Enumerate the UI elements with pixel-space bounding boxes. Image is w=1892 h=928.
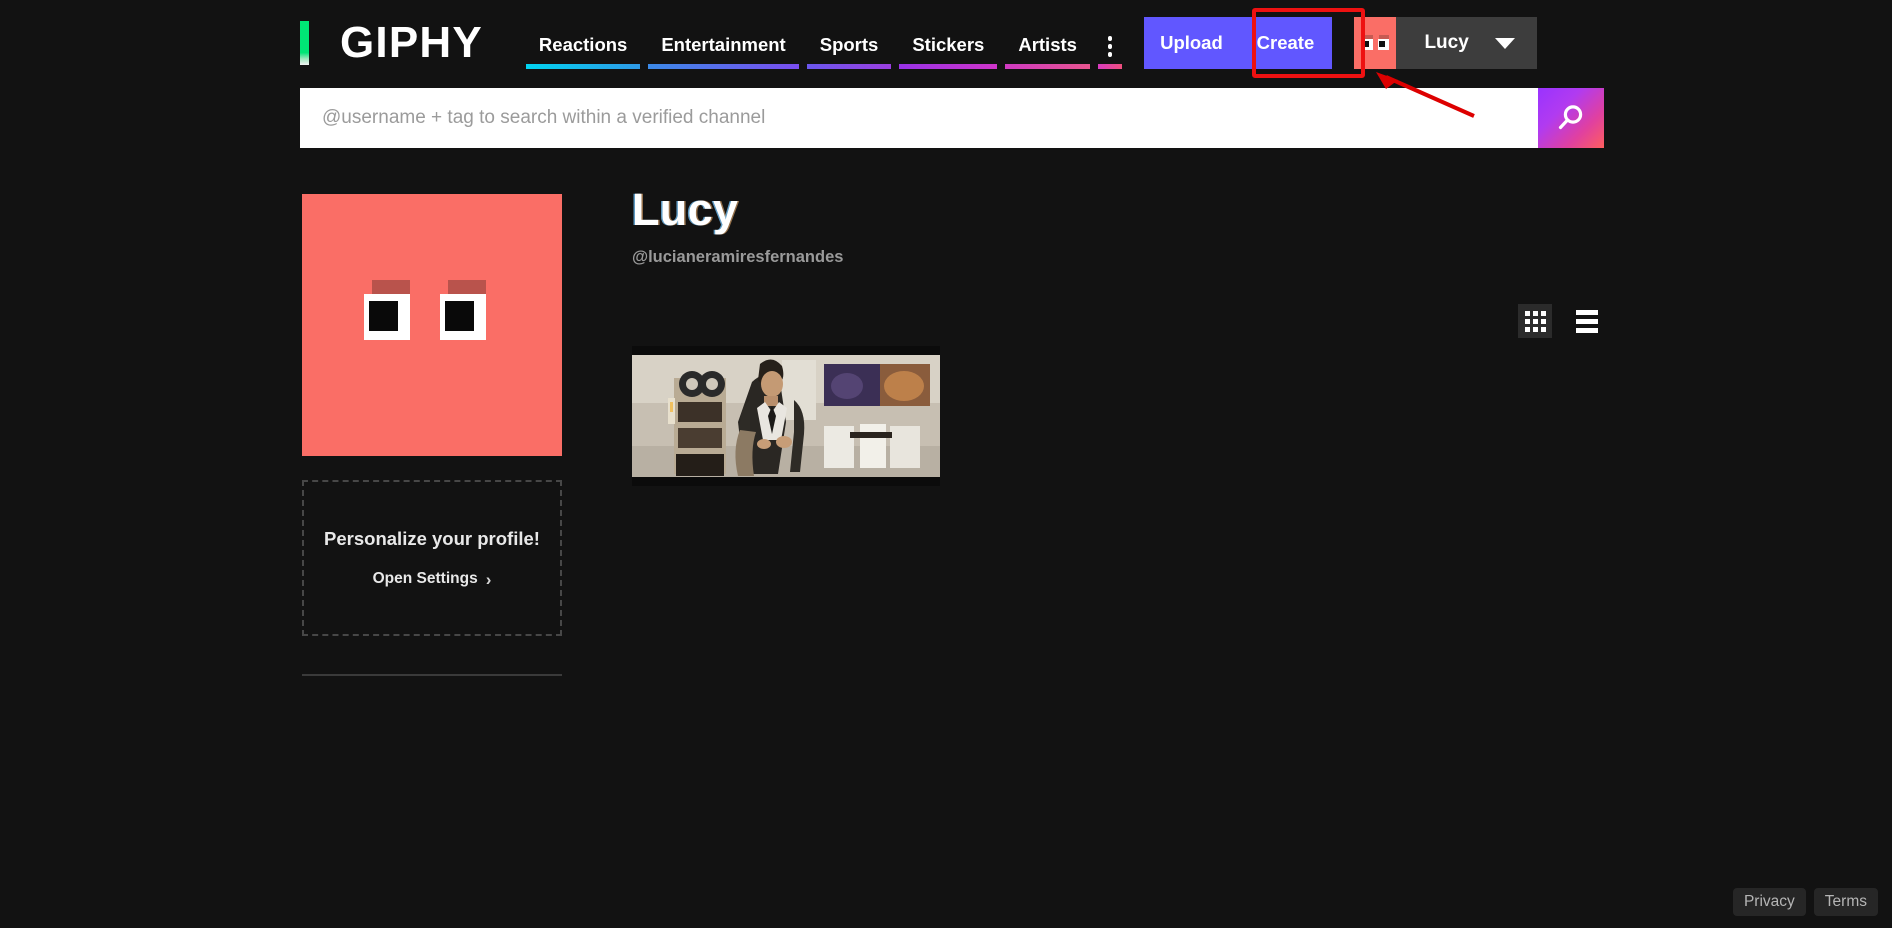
avatar-eye-right [1378,39,1390,50]
open-settings-link[interactable]: Open Settings › [373,570,492,588]
nav-label: Sports [819,34,879,55]
nav-label: Artists [1018,34,1077,55]
avatar [1354,17,1397,69]
personalize-title: Personalize your profile! [324,528,540,549]
nav-underline [648,64,799,69]
vertical-ellipsis-icon [1107,17,1113,57]
gif-thumbnail [632,346,940,486]
nav-underline [525,64,641,69]
nav-item-reactions[interactable]: Reactions [522,17,644,69]
chevron-right-icon: › [485,569,492,589]
avatar-eye-left [1362,39,1374,50]
profile-sidebar: Personalize your profile! Open Settings … [302,194,562,676]
grid-view-icon [1524,310,1546,332]
search-icon [1558,105,1583,130]
nav-underline [1097,64,1123,69]
grid-view-button[interactable] [1518,304,1552,338]
terms-link[interactable]: Terms [1813,888,1878,916]
profile-avatar-brow-left [372,280,410,294]
profile-avatar-large [302,194,562,456]
privacy-link[interactable]: Privacy [1732,888,1806,916]
nav-underline [899,64,998,69]
user-menu-label: Lucy [1424,32,1469,53]
footer-badges: Privacy Terms [1732,888,1878,916]
list-view-button[interactable] [1570,304,1604,338]
nav-item-entertainment[interactable]: Entertainment [644,17,802,69]
giphy-logo[interactable]: GIPHY [300,17,483,69]
search-button[interactable] [1538,88,1604,148]
gif-grid [632,346,940,486]
view-toggle [1518,304,1604,338]
main-navigation: Reactions Entertainment Sports Stickers … [522,17,1127,69]
list-view-icon [1576,309,1598,333]
annotation-arrow [1376,72,1475,118]
logo-accent-bar [300,21,309,65]
logo-text: GIPHY [340,18,483,67]
personalize-profile-card[interactable]: Personalize your profile! Open Settings … [302,480,562,636]
nav-label: Stickers [912,34,985,55]
nav-item-stickers[interactable]: Stickers [895,17,1001,69]
profile-avatar-eye-right [440,294,486,340]
upload-button[interactable]: Upload [1144,17,1239,69]
nav-item-artists[interactable]: Artists [1001,17,1094,69]
nav-more-menu-button[interactable] [1094,17,1127,69]
nav-underline [1005,64,1090,69]
profile-main: Lucy @lucianeramiresfernandes [632,184,1892,486]
profile-avatar-brow-right [448,280,486,294]
sidebar-divider [302,674,562,676]
create-button[interactable]: Create [1238,17,1333,69]
page-title: Lucy [632,184,739,235]
chevron-down-icon [1494,37,1515,49]
nav-label: Reactions [538,34,628,55]
open-settings-label: Open Settings [372,570,478,587]
nav-label: Entertainment [661,34,786,55]
nav-item-sports[interactable]: Sports [803,17,896,69]
search-input[interactable] [300,88,1538,148]
giphy-profile-page: GIPHY Reactions Entertainment Sports Sti… [0,0,1892,928]
user-menu[interactable]: Lucy [1354,17,1537,69]
nav-underline [806,64,892,69]
gif-item[interactable] [632,346,940,486]
profile-avatar-eye-left [364,294,410,340]
site-header: GIPHY Reactions Entertainment Sports Sti… [300,17,1604,69]
profile-handle: @lucianeramiresfernandes [632,248,844,267]
